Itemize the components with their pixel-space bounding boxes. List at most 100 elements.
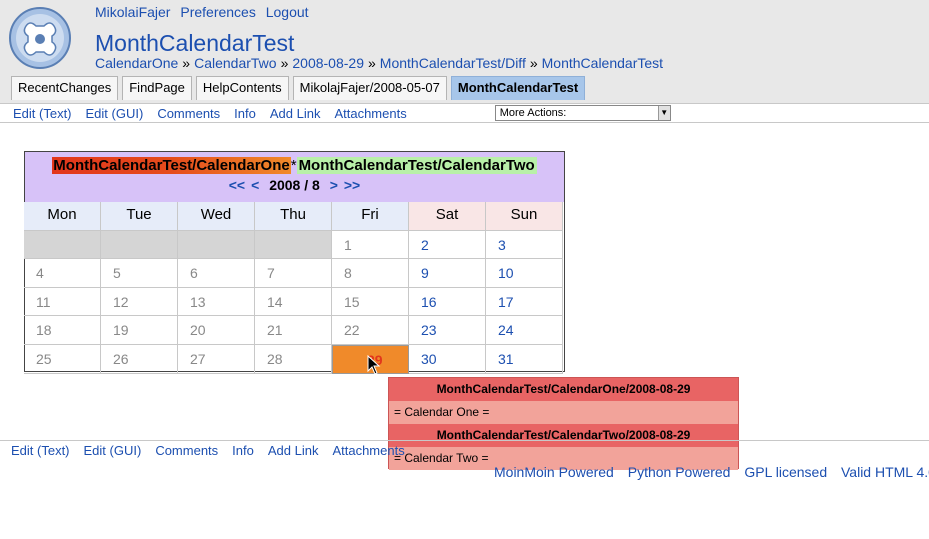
calendar-day-cell[interactable]: 30 [409,344,486,374]
page-title[interactable]: MonthCalendarTest [95,30,294,57]
trail-link[interactable]: MonthCalendarTest [542,55,663,71]
tab-month-calendar-test[interactable]: MonthCalendarTest [450,76,586,100]
calendar-day-cell[interactable]: 15 [332,287,409,317]
moinmoin-logo-icon[interactable] [8,6,72,70]
info-link[interactable]: Info [232,443,254,458]
calendar-day-cell[interactable]: 28 [255,344,332,374]
trail-link[interactable]: 2008-08-29 [292,55,364,71]
preferences-link[interactable]: Preferences [180,4,255,20]
python-powered-link[interactable]: Python Powered [628,464,731,480]
tab-user-page[interactable]: MikolajFajer/2008-05-07 [292,76,447,100]
calendar-day-cell[interactable]: 11 [24,287,101,317]
calendar-two-link[interactable]: MonthCalendarTest/CalendarTwo [296,157,537,174]
calendar-day-cell[interactable]: 25 [24,344,101,374]
month-calendar: MonthCalendarTest/CalendarOne* MonthCalen… [24,151,565,374]
weekday-header: Thu [255,202,332,231]
weekday-header: Sun [486,202,563,231]
calendar-grid: Mon Tue Wed Thu Fri Sat Sun 1 2 3 4 5 6 7 8 9 10 11 12 13 14… [24,202,564,374]
weekday-header: Fri [332,202,409,231]
edit-gui-link[interactable]: Edit (GUI) [86,106,144,121]
calendar-day-cell[interactable]: 10 [486,259,563,288]
calendar-day-cell[interactable]: 7 [255,259,332,288]
popup-entry-body: = Calendar One = [389,401,738,424]
calendar-day-cell[interactable]: 12 [101,287,178,317]
calendar-day-cell[interactable]: 6 [178,259,255,288]
calendar-day-cell[interactable]: 1 [332,230,409,260]
user-bar: MikolaiFajer Preferences Logout [95,4,315,20]
calendar-day-cell[interactable]: 9 [409,259,486,288]
breadcrumb: CalendarOne» CalendarTwo» 2008-08-29» Month… [95,55,663,71]
moinmoin-powered-link[interactable]: MoinMoin Powered [494,464,614,480]
calendar-navigation: << < 2008 / 8 > >> [25,177,564,193]
valid-html-link[interactable]: Valid HTML 4.0 [841,464,929,480]
edit-text-link[interactable]: Edit (Text) [11,443,70,458]
calendar-day-cell[interactable]: 19 [101,316,178,345]
attachments-link[interactable]: Attachments [334,106,406,121]
weekday-header: Mon [24,202,101,231]
calendar-one-link[interactable]: MonthCalendarTest/CalendarOne [52,157,291,174]
edit-bar-bottom: Edit (Text) Edit (GUI) Comments Info Add… [0,440,929,460]
calendar-empty-cell [24,230,101,260]
tab-find-page[interactable]: FindPage [122,76,192,100]
calendar-day-cell[interactable]: 20 [178,316,255,345]
prev-month-button[interactable]: < [251,177,259,193]
comments-link[interactable]: Comments [155,443,218,458]
user-name-link[interactable]: MikolaiFajer [95,4,170,20]
add-link-link[interactable]: Add Link [270,106,321,121]
edit-text-link[interactable]: Edit (Text) [13,106,72,121]
more-actions-label: More Actions: [499,107,567,119]
calendar-day-cell[interactable]: 26 [101,344,178,374]
calendar-title: MonthCalendarTest/CalendarOne* MonthCalen… [25,156,564,175]
weekday-header: Wed [178,202,255,231]
attachments-link[interactable]: Attachments [332,443,404,458]
calendar-day-cell[interactable]: 18 [24,316,101,345]
logout-link[interactable]: Logout [266,4,309,20]
weekday-header: Sat [409,202,486,231]
calendar-empty-cell [255,230,332,260]
calendar-day-cell[interactable]: 23 [409,316,486,345]
trail-link[interactable]: CalendarTwo [194,55,277,71]
calendar-day-cell[interactable]: 13 [178,287,255,317]
calendar-day-cell[interactable]: 5 [101,259,178,288]
add-link-link[interactable]: Add Link [268,443,319,458]
popup-entry-title[interactable]: MonthCalendarTest/CalendarOne/2008-08-29 [389,378,738,401]
calendar-day-cell[interactable]: 8 [332,259,409,288]
calendar-day-cell[interactable]: 17 [486,287,563,317]
tab-help-contents[interactable]: HelpContents [195,76,289,100]
gpl-licensed-link[interactable]: GPL licensed [744,464,827,480]
trail-separator: » [280,55,289,71]
trail-link[interactable]: MonthCalendarTest/Diff [380,55,526,71]
weekday-header: Tue [101,202,178,231]
calendar-separator: * [290,157,297,174]
calendar-day-cell[interactable]: 14 [255,287,332,317]
comments-link[interactable]: Comments [157,106,220,121]
next-month-button[interactable]: > [330,177,338,193]
prev-year-button[interactable]: << [229,177,245,193]
calendar-day-cell[interactable]: 4 [24,259,101,288]
calendar-day-cell[interactable]: 24 [486,316,563,345]
calendar-day-cell[interactable]: 31 [486,344,563,374]
trail-separator: » [182,55,191,71]
calendar-day-cell[interactable]: 21 [255,316,332,345]
info-link[interactable]: Info [234,106,256,121]
trail-separator: » [529,55,538,71]
calendar-header: MonthCalendarTest/CalendarOne* MonthCalen… [25,152,564,202]
chevron-down-icon: ▼ [657,106,670,120]
more-actions-select[interactable]: More Actions: ▼ [494,105,671,121]
calendar-empty-cell [178,230,255,260]
month-label: 2008 / 8 [269,177,320,193]
mouse-pointer-icon [367,355,381,375]
calendar-day-cell[interactable]: 27 [178,344,255,374]
calendar-day-cell[interactable]: 3 [486,230,563,260]
footer: MoinMoin Powered Python Powered GPL lice… [494,464,929,480]
next-year-button[interactable]: >> [344,177,360,193]
calendar-day-cell[interactable]: 16 [409,287,486,317]
header: MikolaiFajer Preferences Logout MonthCal… [0,0,929,103]
calendar-day-cell[interactable]: 22 [332,316,409,345]
calendar-day-cell[interactable]: 2 [409,230,486,260]
edit-gui-link[interactable]: Edit (GUI) [84,443,142,458]
calendar-empty-cell [101,230,178,260]
tab-recent-changes[interactable]: RecentChanges [11,76,119,100]
edit-bar-top: Edit (Text) Edit (GUI) Comments Info Add… [0,103,929,123]
trail-link[interactable]: CalendarOne [95,55,178,71]
